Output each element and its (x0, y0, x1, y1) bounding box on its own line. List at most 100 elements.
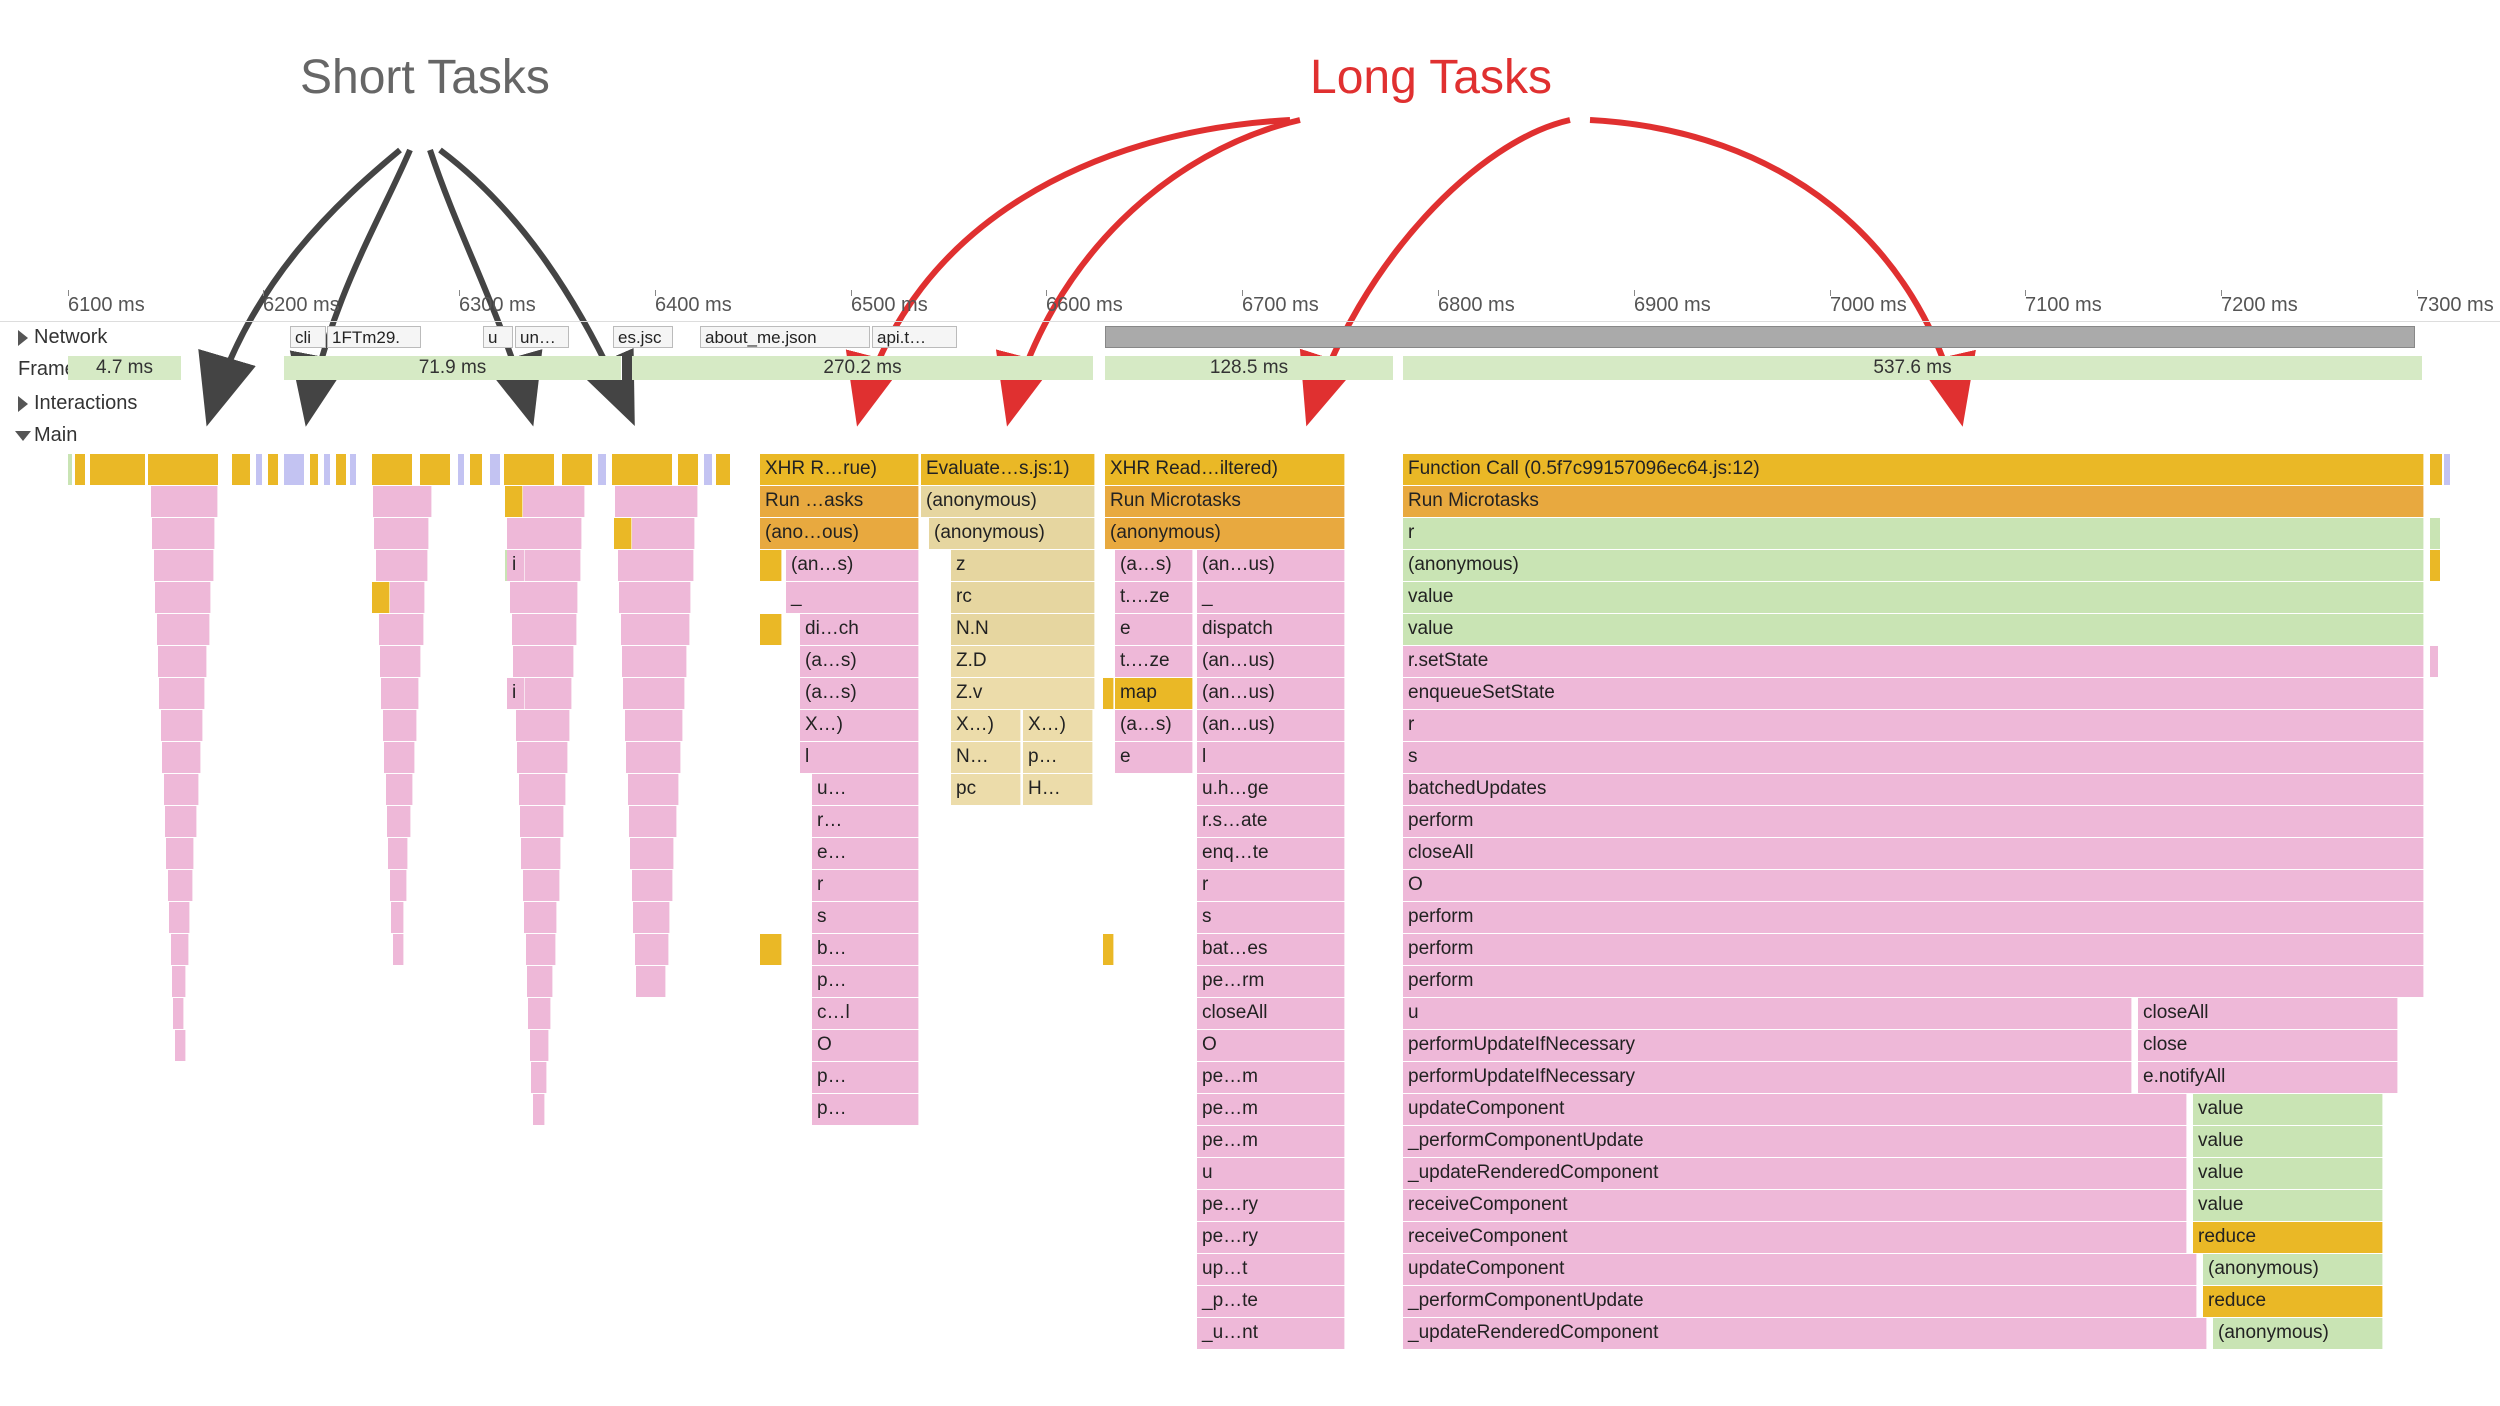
flame-cell[interactable]: O (1403, 870, 2424, 901)
flame-cell[interactable] (175, 1030, 186, 1061)
flame-cell[interactable] (154, 550, 214, 581)
flame-cell[interactable]: c…l (812, 998, 919, 1029)
flame-cell[interactable] (390, 870, 407, 901)
flame-cell[interactable]: s (1197, 902, 1345, 933)
flame-cell[interactable] (391, 902, 404, 933)
network-request[interactable] (1105, 326, 2415, 348)
flame-cell[interactable]: di…ch (800, 614, 919, 645)
flame-cell[interactable]: _ (786, 582, 919, 613)
flame-cell[interactable]: (anonymous) (1105, 518, 1345, 549)
flame-cell[interactable]: _performComponentUpdate (1403, 1126, 2187, 1157)
flame-cell[interactable] (615, 486, 698, 517)
flame-cell[interactable] (381, 678, 419, 709)
flame-cell[interactable] (383, 710, 417, 741)
flame-cell[interactable]: perform (1403, 806, 2424, 837)
flame-cell[interactable] (629, 806, 677, 837)
flame-cell[interactable]: value (1403, 582, 2424, 613)
flame-cell[interactable] (533, 1094, 545, 1125)
flame-cell[interactable]: _updateRenderedComponent (1403, 1158, 2187, 1189)
flame-accent[interactable] (760, 550, 782, 581)
flame-cell[interactable]: t.…ze (1115, 646, 1193, 677)
flame-cell[interactable] (512, 614, 577, 645)
flame-cell[interactable] (169, 902, 190, 933)
flame-cell[interactable] (633, 902, 670, 933)
flame-cell[interactable]: (a…s) (1115, 550, 1193, 581)
flame-cell[interactable] (513, 646, 574, 677)
flame-cell[interactable]: (an…us) (1197, 710, 1345, 741)
flame-cell[interactable] (521, 838, 561, 869)
network-request[interactable]: 1FTm29. (327, 326, 421, 348)
flame-cell[interactable]: e… (812, 838, 919, 869)
flame-cell[interactable]: _u…nt (1197, 1318, 1345, 1349)
flame-cell[interactable] (516, 710, 570, 741)
flame-cell[interactable]: i (507, 678, 525, 709)
flame-cell[interactable]: performUpdateIfNecessary (1403, 1030, 2132, 1061)
flame-cell[interactable] (388, 838, 408, 869)
flame-cell[interactable]: closeAll (1197, 998, 1345, 1029)
flame-cell[interactable]: (anonymous) (921, 486, 1095, 517)
flame-cell[interactable]: pe…m (1197, 1094, 1345, 1125)
flame-cell[interactable]: performUpdateIfNecessary (1403, 1062, 2132, 1093)
flame-cell[interactable] (380, 646, 421, 677)
flame-cell[interactable]: value (2193, 1190, 2383, 1221)
flame-cell[interactable] (384, 742, 415, 773)
flame-cell[interactable]: dispatch (1197, 614, 1345, 645)
flame-cell[interactable]: enq…te (1197, 838, 1345, 869)
flame-cell[interactable]: reduce (2203, 1286, 2383, 1317)
flame-cell[interactable]: _updateRenderedComponent (1403, 1318, 2207, 1349)
flame-cell[interactable]: r… (812, 806, 919, 837)
flame-cell[interactable]: u (1403, 998, 2132, 1029)
flame-cell[interactable]: u… (812, 774, 919, 805)
flame-cell[interactable]: l (800, 742, 919, 773)
flame-cell[interactable]: l (1197, 742, 1345, 773)
flame-cell[interactable] (161, 710, 203, 741)
flame-cell[interactable] (626, 742, 681, 773)
flame-cell[interactable]: pe…ry (1197, 1190, 1345, 1221)
flame-cell[interactable]: (anonymous) (1403, 550, 2424, 581)
flame-cell[interactable]: Function Call (0.5f7c99157096ec64.js:12) (1403, 454, 2424, 485)
flame-cell[interactable]: value (2193, 1158, 2383, 1189)
flame-cell[interactable]: _ (1197, 582, 1345, 613)
flame-cell[interactable]: (anonymous) (929, 518, 1095, 549)
flame-cell[interactable] (524, 902, 557, 933)
flame-cell[interactable] (166, 838, 194, 869)
flame-cell[interactable]: i (507, 550, 525, 581)
flame-cell[interactable]: value (2193, 1126, 2383, 1157)
flame-cell[interactable]: p… (812, 966, 919, 997)
flame-cell[interactable] (152, 518, 215, 549)
flame-accent[interactable] (760, 614, 782, 645)
flame-cell[interactable]: u.h…ge (1197, 774, 1345, 805)
flame-cell[interactable] (618, 550, 694, 581)
flame-cell[interactable]: up…t (1197, 1254, 1345, 1285)
flame-cell[interactable]: enqueueSetState (1403, 678, 2424, 709)
flame-cell[interactable] (530, 1030, 549, 1061)
flame-cell[interactable]: Run …asks (760, 486, 919, 517)
flame-cell[interactable]: Run Microtasks (1403, 486, 2424, 517)
flame-cell[interactable] (171, 934, 189, 965)
flame-cell[interactable]: p… (812, 1062, 919, 1093)
network-request[interactable]: cli (290, 326, 326, 348)
flame-cell[interactable]: O (1197, 1030, 1345, 1061)
flame-cell[interactable]: O (812, 1030, 919, 1061)
flame-cell[interactable]: (an…s) (786, 550, 919, 581)
flame-cell[interactable]: s (1403, 742, 2424, 773)
flame-cell[interactable]: Z.D (951, 646, 1095, 677)
flame-cell[interactable]: XHR Read…iltered) (1105, 454, 1345, 485)
flame-cell[interactable] (162, 742, 201, 773)
flame-cell[interactable] (517, 742, 568, 773)
flame-cell[interactable]: e (1115, 742, 1193, 773)
flame-cell[interactable]: b… (812, 934, 919, 965)
flame-cell[interactable]: X…) (1023, 710, 1093, 741)
flame-cell[interactable] (621, 614, 690, 645)
flame-cell[interactable]: (an…us) (1197, 646, 1345, 677)
flame-cell[interactable] (636, 966, 666, 997)
flame-cell[interactable]: reduce (2193, 1222, 2383, 1253)
flame-cell[interactable] (379, 614, 424, 645)
flame-cell[interactable]: pc (951, 774, 1021, 805)
flame-cell[interactable]: pe…rm (1197, 966, 1345, 997)
flame-cell[interactable]: e.notifyAll (2138, 1062, 2398, 1093)
flame-cell[interactable]: perform (1403, 966, 2424, 997)
flame-cell[interactable] (625, 710, 683, 741)
timeline-ruler[interactable]: 6100 ms6200 ms6300 ms6400 ms6500 ms6600 … (0, 294, 2500, 322)
flame-cell[interactable] (623, 678, 685, 709)
